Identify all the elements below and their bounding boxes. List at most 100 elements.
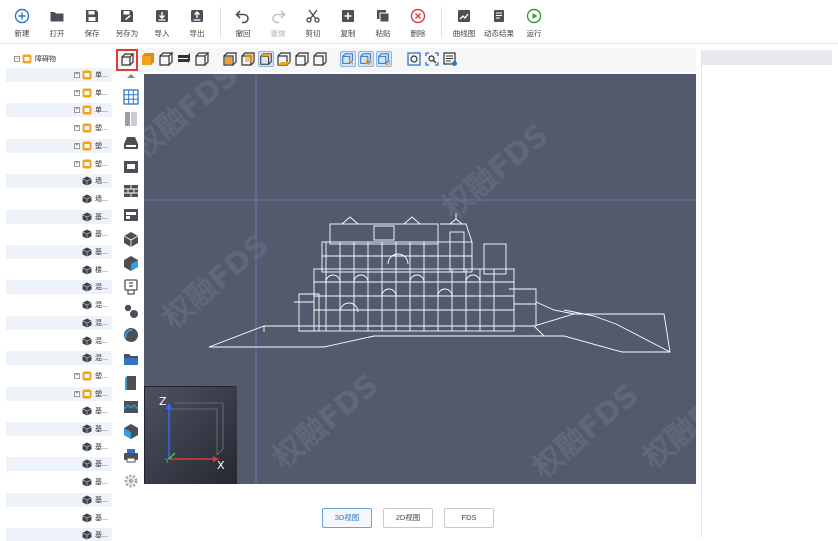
3d-viewport[interactable]: 权融FDS 权融FDS 权融FDS 权融FDS 权融FDS 权融FDS Z X … [144, 74, 696, 484]
expand-toggle-icon[interactable]: + [74, 107, 80, 114]
cube-icon [82, 459, 92, 469]
tree-item[interactable]: 混... [6, 298, 112, 312]
tree-item-label: 墙... [95, 195, 108, 203]
scale-tool-button[interactable] [376, 51, 392, 67]
export-button[interactable]: 导出 [181, 0, 213, 44]
outline-view-button[interactable] [158, 51, 174, 67]
gear-icon[interactable] [122, 472, 140, 490]
building-icon[interactable] [122, 422, 140, 440]
expand-toggle-icon[interactable]: + [74, 390, 80, 397]
tab-3d-view[interactable]: 3D视图 [322, 508, 372, 528]
front-view-button[interactable] [222, 51, 238, 67]
delete-button[interactable]: 删除 [402, 0, 434, 44]
tree-item[interactable]: + 塑... [6, 138, 112, 153]
hole-icon[interactable] [122, 158, 140, 176]
tree-item[interactable]: 混... [6, 280, 112, 295]
undo-button[interactable]: 撤回 [227, 0, 259, 44]
settings-view-button[interactable] [442, 51, 458, 67]
terrain-icon[interactable] [122, 398, 140, 416]
printer-icon[interactable] [122, 446, 140, 464]
new-button[interactable]: 新建 [6, 0, 38, 44]
obstruction-cube-icon[interactable] [122, 230, 140, 248]
tree-item[interactable]: 基... [6, 245, 112, 259]
door-icon[interactable] [122, 374, 140, 392]
sphere-icon[interactable] [122, 326, 140, 344]
expand-toggle-icon[interactable]: + [74, 72, 80, 78]
tab-fds[interactable]: FDS [444, 508, 494, 528]
tree-item[interactable]: 墙... [6, 192, 112, 206]
left-view-button[interactable] [294, 51, 310, 67]
save-as-button[interactable]: 另存为 [111, 0, 143, 44]
tree-item[interactable]: + 单... [6, 68, 112, 82]
tree-item-label: 基... [95, 532, 108, 540]
bottom-view-button[interactable] [276, 51, 292, 67]
expand-toggle-icon[interactable]: + [74, 89, 80, 96]
cut-button[interactable]: 剪切 [297, 0, 329, 44]
tree-item[interactable]: 基... [6, 422, 112, 436]
watermark-text: 权融FDS [144, 74, 246, 166]
expand-toggle-icon[interactable]: + [74, 372, 80, 379]
mesh-grid-icon[interactable] [122, 88, 140, 106]
expand-toggle-icon[interactable]: + [74, 160, 80, 167]
fit-view-button[interactable] [406, 51, 422, 67]
import-icon [156, 10, 168, 22]
copy-button[interactable]: 复制 [332, 0, 364, 44]
tree-item[interactable]: 基... [6, 528, 112, 541]
rotate-tool-button[interactable] [358, 51, 374, 67]
open-button[interactable]: 打开 [41, 0, 73, 44]
wall-panel-icon[interactable] [122, 110, 140, 128]
solid-view-button[interactable] [140, 51, 156, 67]
tree-item[interactable]: + 单... [6, 86, 112, 100]
top-view-button[interactable] [258, 51, 274, 67]
window-panel-icon[interactable] [122, 206, 140, 224]
brick-wall-icon[interactable] [122, 182, 140, 200]
expand-toggle-icon[interactable]: + [74, 142, 80, 149]
tree-item[interactable]: 基... [6, 511, 112, 525]
blue-cube-icon[interactable] [122, 254, 140, 272]
vent-icon[interactable] [122, 134, 140, 152]
back-view-button[interactable] [240, 51, 256, 67]
tree-item[interactable]: + 塑... [6, 369, 112, 383]
layer-view-button[interactable] [176, 51, 192, 67]
import-button[interactable]: 导入 [146, 0, 178, 44]
tree-item[interactable]: + 塑... [6, 121, 112, 135]
device-icon[interactable] [122, 278, 140, 296]
move-tool-button[interactable] [340, 51, 356, 67]
back-view-icon [241, 52, 255, 66]
tree-item[interactable]: + 单... [6, 103, 112, 118]
folder-blue-icon[interactable] [122, 350, 140, 368]
cube-icon [82, 229, 92, 239]
particles-icon[interactable] [122, 302, 140, 320]
tree-item[interactable]: 基... [6, 227, 112, 241]
save-button[interactable]: 保存 [76, 0, 108, 44]
tree-item[interactable]: 墙... [6, 174, 112, 189]
tree-item[interactable]: 基... [6, 475, 112, 489]
line-chart-button[interactable]: 曲线图 [448, 0, 480, 44]
tree-item[interactable]: 楼... [6, 263, 112, 277]
tree-item[interactable]: 混... [6, 351, 112, 366]
tree-root-obstructions[interactable]: − 障碍物 [6, 52, 112, 66]
tree-item[interactable]: 基... [6, 440, 112, 454]
tree-item[interactable]: 基... [6, 457, 112, 472]
dynamic-result-button[interactable]: 动态结果 [483, 0, 515, 44]
run-button[interactable]: 运行 [518, 0, 550, 44]
right-view-button[interactable] [312, 51, 328, 67]
redo-button[interactable]: 重做 [262, 0, 294, 44]
tree-item-label: 墙... [95, 178, 108, 186]
paste-button[interactable]: 粘贴 [367, 0, 399, 44]
tree-item[interactable]: 基... [6, 404, 112, 418]
collapse-toggle-icon[interactable]: − [14, 56, 20, 62]
folder-icon [82, 105, 92, 115]
tree-item[interactable]: + 塑... [6, 157, 112, 171]
tree-item[interactable]: + 塑... [6, 386, 112, 401]
tree-item[interactable]: 混... [6, 315, 112, 330]
scroll-up-icon[interactable] [122, 72, 140, 80]
wireframe-view-button[interactable] [116, 49, 138, 71]
expand-toggle-icon[interactable]: + [74, 125, 80, 132]
box-view-button[interactable] [194, 51, 210, 67]
tab-2d-view[interactable]: 2D视图 [383, 508, 433, 528]
zoom-select-button[interactable] [424, 51, 440, 67]
tree-item[interactable]: 基... [6, 492, 112, 507]
tree-item[interactable]: 混... [6, 334, 112, 348]
tree-item[interactable]: 基... [6, 209, 112, 224]
